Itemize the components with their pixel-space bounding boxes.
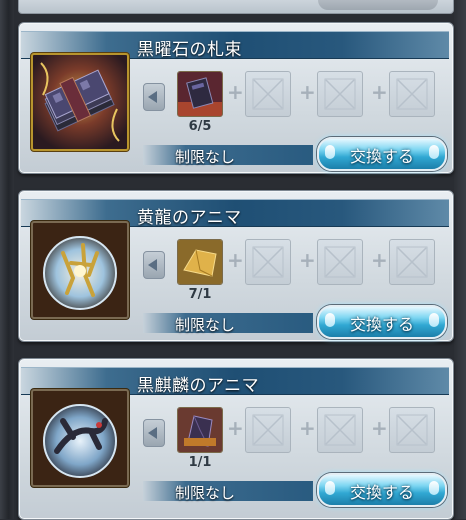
black-shard-icon[interactable] (177, 407, 223, 453)
material-count: 1/1 (188, 455, 212, 470)
material-count: 6/5 (188, 119, 212, 134)
card-title: 黄龍のアニマ (137, 208, 242, 228)
plus-icon: + (371, 416, 388, 440)
scroll-left-arrow-icon[interactable] (143, 419, 165, 447)
plus-icon: + (371, 248, 388, 272)
empty-material-slot (245, 239, 291, 285)
exchange-button-label: 交換する (349, 315, 414, 334)
plus-icon: + (371, 80, 388, 104)
plus-icon: + (227, 248, 244, 272)
gold-brick-icon[interactable] (177, 239, 223, 285)
exchange-limit: 制限なし (175, 316, 236, 334)
empty-material-slot (389, 71, 435, 117)
qilin-anima-icon[interactable] (31, 389, 129, 487)
exchange-card: 黒麒麟のアニマ 1/1 + + + 制限なし 交換する (18, 358, 454, 520)
left-frame-edge (0, 0, 14, 519)
right-frame-edge (454, 0, 466, 519)
plus-icon: + (299, 80, 316, 104)
empty-material-slot (245, 71, 291, 117)
obsidian-fragment-icon[interactable] (177, 71, 223, 117)
obsidian-wad-icon[interactable] (31, 53, 129, 151)
scroll-left-arrow-icon[interactable] (143, 83, 165, 111)
exchange-button[interactable]: 交換する (317, 137, 447, 171)
empty-material-slot (317, 239, 363, 285)
exchange-button-label: 交換する (349, 483, 414, 502)
card-title: 黒麒麟のアニマ (137, 376, 260, 396)
empty-material-slot (317, 71, 363, 117)
material-count: 7/1 (188, 287, 212, 302)
exchange-card: 黒曜石の札束 6/5 + + + 制限なし 交換する (18, 22, 454, 174)
card-title: 黒曜石の札束 (137, 40, 242, 60)
plus-icon: + (227, 416, 244, 440)
empty-material-slot (389, 407, 435, 453)
exchange-limit: 制限なし (175, 484, 236, 502)
plus-icon: + (299, 248, 316, 272)
empty-material-slot (245, 407, 291, 453)
exchange-button-label: 交換する (349, 147, 414, 166)
empty-material-slot (389, 239, 435, 285)
plus-icon: + (299, 416, 316, 440)
previous-card-button-edge (318, 0, 438, 10)
scroll-left-arrow-icon[interactable] (143, 251, 165, 279)
huanglong-anima-icon[interactable] (31, 221, 129, 319)
exchange-button[interactable]: 交換する (317, 305, 447, 339)
empty-material-slot (317, 407, 363, 453)
exchange-card: 黄龍のアニマ 7/1 + + + 制限なし 交換する (18, 190, 454, 342)
plus-icon: + (227, 80, 244, 104)
exchange-limit: 制限なし (175, 148, 236, 166)
exchange-button[interactable]: 交換する (317, 473, 447, 507)
